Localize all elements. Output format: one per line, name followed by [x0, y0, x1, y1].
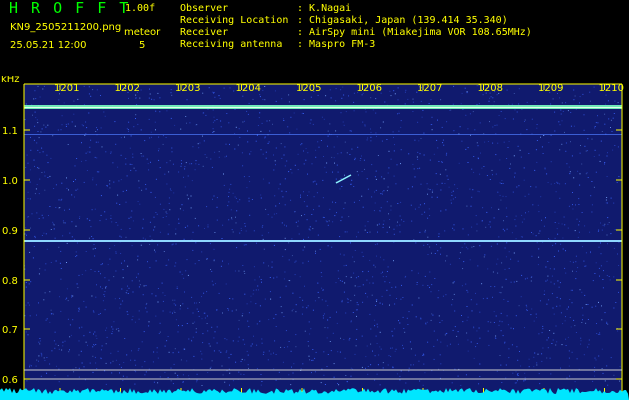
- antenna-label: Receiving antenna: [180, 39, 283, 50]
- observer-label: Observer: [180, 3, 229, 14]
- time-tick-label: 1207: [417, 83, 442, 94]
- time-tick-label: 1209: [538, 83, 563, 94]
- freq-tick-label: 0.7: [2, 325, 18, 336]
- app-title: H R O F F T: [9, 0, 131, 17]
- observer-value: : K.Nagai: [297, 3, 352, 14]
- time-tick-label: 1206: [357, 83, 382, 94]
- observation-time: 25.05.21 12:00: [10, 40, 87, 51]
- spectrogram-background: [24, 84, 622, 394]
- time-tick-label: 1205: [296, 83, 321, 94]
- app-version: 1.00f: [125, 3, 156, 14]
- time-tick-label: 1204: [236, 83, 261, 94]
- time-tick-label: 1202: [115, 83, 140, 94]
- meteor-count: 5: [139, 40, 146, 51]
- freq-tick-label: 0.6: [2, 375, 18, 386]
- receiver-label: Receiver: [180, 27, 229, 38]
- freq-tick-label: 0.9: [2, 226, 18, 237]
- time-tick-label: 1210: [599, 83, 624, 94]
- freq-tick-label: 1.1: [2, 126, 18, 137]
- file-name: KN9_2505211200.png: [10, 22, 122, 33]
- faint-line-1-09khz: [24, 134, 622, 135]
- header-panel: H R O F F T 1.00f KN9_2505211200.png 25.…: [0, 0, 629, 76]
- freq-tick-label: 0.8: [2, 276, 18, 287]
- freq-tick-label: 1.0: [2, 176, 18, 187]
- time-tick-label: 1203: [175, 83, 200, 94]
- time-tick-label: 1208: [478, 83, 503, 94]
- antenna-value: : Maspro FM-3: [297, 39, 376, 50]
- receiver-value: : AirSpy mini (Miakejima VOR 108.65MHz): [297, 27, 532, 38]
- carrier-line-core: [24, 107, 622, 108]
- location-value: : Chigasaki, Japan (139.414 35.340): [297, 15, 508, 26]
- carrier-line-0-88khz: [24, 240, 622, 242]
- location-label: Receiving Location: [180, 15, 289, 26]
- meteor-label: meteor: [124, 27, 161, 38]
- spectrogram-plot: 1201 1202 1203 1204 1205 1206 1207 1208 1209 1210…: [0, 76, 629, 400]
- y-unit-label: kHz: [1, 76, 20, 85]
- time-tick-label: 1201: [54, 83, 79, 94]
